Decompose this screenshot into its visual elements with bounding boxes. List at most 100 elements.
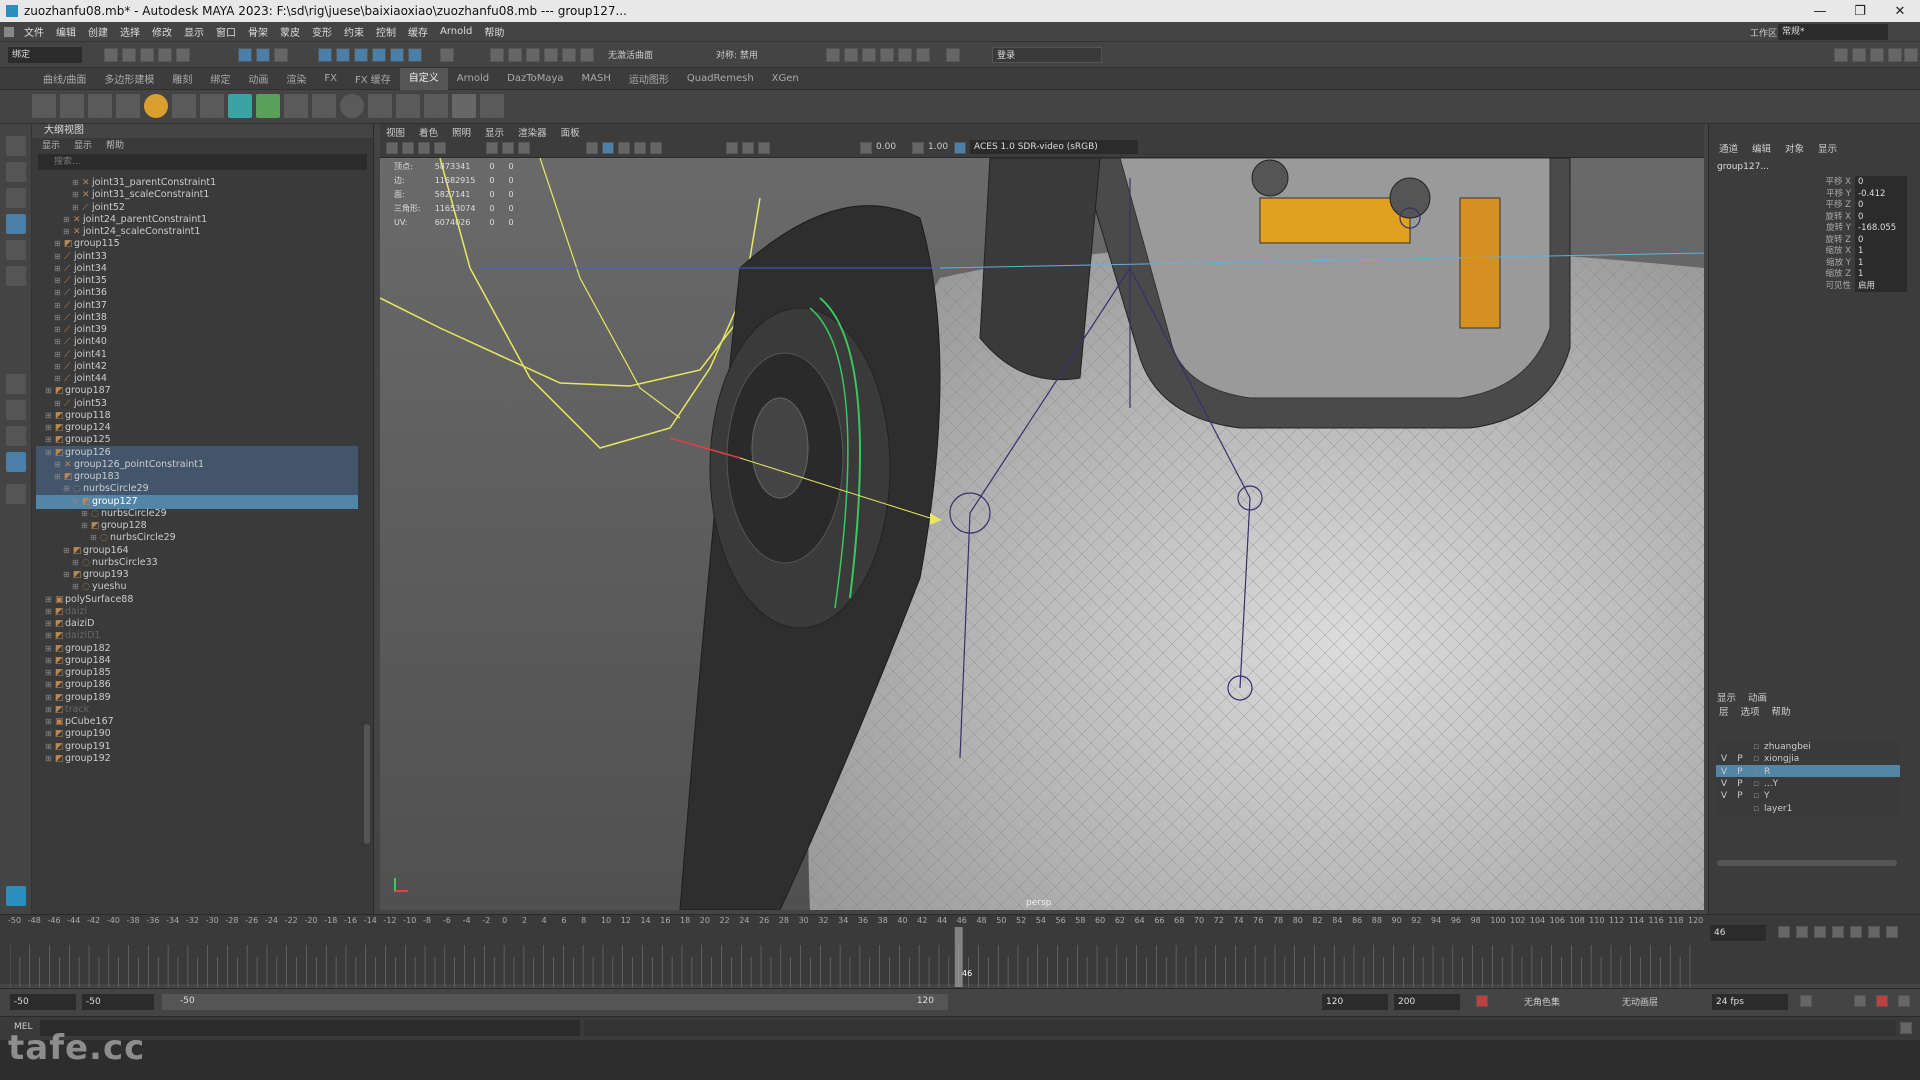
layer-scrollbar[interactable]	[1717, 860, 1897, 866]
mask-joints-icon[interactable]	[318, 48, 332, 62]
mask-dynamics-icon[interactable]	[390, 48, 404, 62]
channel-value-field[interactable]: 0	[1855, 233, 1907, 246]
mask-curves-icon[interactable]	[336, 48, 350, 62]
xray-joints-icon[interactable]	[758, 142, 770, 154]
go-to-end-icon[interactable]	[1886, 926, 1898, 938]
channel-box-tab[interactable]: 编辑	[1752, 141, 1771, 155]
lasso-tool-icon[interactable]	[6, 162, 26, 182]
channel-row[interactable]: 平移 Z 0	[1809, 199, 1915, 211]
character-set-select[interactable]: 无角色集	[1524, 995, 1560, 1008]
channel-row[interactable]: 旋转 Z 0	[1809, 233, 1915, 246]
wireframe-icon[interactable]	[586, 142, 598, 154]
menu-item[interactable]: 缓存	[402, 24, 434, 39]
select-object-icon[interactable]	[256, 48, 270, 62]
grid-icon[interactable]	[486, 142, 498, 154]
playback-end-field[interactable]: 120	[1322, 994, 1388, 1010]
paint-weights-icon[interactable]	[284, 94, 308, 118]
channel-row[interactable]: 旋转 X 0	[1809, 210, 1915, 223]
select-hierarchy-icon[interactable]	[238, 48, 252, 62]
channel-row[interactable]: 平移 Y -0.412	[1809, 187, 1915, 200]
shelf-tab[interactable]: 绑定	[201, 71, 239, 86]
tool-settings-icon[interactable]	[1870, 48, 1884, 62]
viewport-scene[interactable]	[380, 158, 1704, 910]
symmetry-label[interactable]: 对称: 禁用	[716, 48, 758, 61]
loop-icon[interactable]	[1800, 995, 1812, 1007]
channel-value-field[interactable]: 启用	[1855, 279, 1907, 292]
menu-item[interactable]: 骨架	[242, 24, 274, 39]
shelf-tab[interactable]: DazToMaya	[498, 73, 572, 84]
channel-row[interactable]: 缩放 Z 1	[1809, 268, 1915, 280]
redo-icon[interactable]	[176, 48, 190, 62]
play-back-icon[interactable]	[1832, 926, 1844, 938]
menu-item[interactable]: 编辑	[50, 24, 82, 39]
menu-item[interactable]: 显示	[178, 24, 210, 39]
four-pane-icon[interactable]	[6, 400, 26, 420]
menu-item[interactable]: 控制	[370, 24, 402, 39]
image-plane-icon[interactable]	[434, 142, 446, 154]
auto-key-icon[interactable]	[1476, 995, 1488, 1007]
select-camera-icon[interactable]	[386, 142, 398, 154]
lattice-icon[interactable]	[396, 94, 420, 118]
mirror-weights-icon[interactable]	[312, 94, 336, 118]
shelf-tab[interactable]: MASH	[573, 73, 620, 84]
yellow-panel[interactable]	[1259, 197, 1411, 244]
smooth-shade-icon[interactable]	[602, 142, 614, 154]
channel-box-tab[interactable]: 显示	[1818, 141, 1837, 155]
lights-icon[interactable]	[650, 142, 662, 154]
exposure-value[interactable]: 0.00	[876, 142, 896, 152]
hotkey-icon[interactable]	[480, 94, 504, 118]
channel-value-field[interactable]: 0	[1855, 176, 1907, 188]
outliner-search-input[interactable]: 搜索...	[38, 154, 367, 170]
menu-item[interactable]: 帮助	[478, 24, 510, 39]
snap-edge-icon[interactable]	[580, 48, 594, 62]
mask-surfaces-icon[interactable]	[354, 48, 368, 62]
select-tool-icon[interactable]	[6, 136, 26, 156]
channel-box-tab[interactable]: 通道	[1719, 141, 1738, 155]
outliner-menu-item[interactable]: 帮助	[106, 138, 124, 152]
menu-item[interactable]: 变形	[306, 24, 338, 39]
viewport-menu-item[interactable]: 照明	[452, 125, 471, 139]
expand-icon[interactable]: ⊞	[45, 752, 55, 766]
animation-start-field[interactable]: -50	[10, 994, 76, 1010]
channel-value-field[interactable]: 1	[1855, 256, 1907, 269]
colorspace-select[interactable]: ACES 1.0 SDR-video (sRGB)	[970, 140, 1138, 154]
bind-skin-icon[interactable]	[256, 94, 280, 118]
fps-select[interactable]: 24 fps	[1712, 994, 1788, 1010]
perspective-viewport[interactable]: persp	[380, 158, 1704, 910]
shelf-tab[interactable]: Arnold	[448, 73, 498, 84]
render-view-icon[interactable]	[826, 48, 840, 62]
outliner-scrollbar[interactable]	[364, 724, 370, 844]
sound-icon[interactable]	[1854, 995, 1866, 1007]
move-tool-icon[interactable]	[6, 214, 26, 234]
snap-grid-icon[interactable]	[490, 48, 504, 62]
color-management-icon[interactable]	[954, 142, 966, 154]
outliner-toggle-icon[interactable]	[1904, 48, 1918, 62]
attribute-editor-icon[interactable]	[1852, 48, 1866, 62]
channel-row[interactable]: 缩放 Y 1	[1809, 256, 1915, 269]
shelf-tab[interactable]: FX	[315, 73, 346, 84]
outliner-row[interactable]: ⊞ ◩group192	[36, 752, 358, 766]
menu-item[interactable]: 创建	[82, 24, 114, 39]
time-slider[interactable]: -50 -48 -46 -44 -42 -40 -38 -36 -34 -32 -30 -28 -26-…	[0, 914, 1920, 987]
script-editor-icon[interactable]	[1900, 1022, 1912, 1034]
viewport-menu-item[interactable]: 视图	[386, 125, 405, 139]
animation-end-field[interactable]: 200	[1394, 994, 1460, 1010]
gamma-value[interactable]: 1.00	[928, 142, 948, 152]
display-layer-row[interactable]: ▫ layer1	[1716, 801, 1900, 816]
center-pivot-icon[interactable]	[88, 94, 112, 118]
save-scene-icon[interactable]	[140, 48, 154, 62]
menu-item[interactable]: 蒙皮	[274, 24, 306, 39]
joint-orient-icon[interactable]	[228, 94, 252, 118]
textured-icon[interactable]	[634, 142, 646, 154]
outliner-menu-item[interactable]: 显示	[42, 138, 60, 152]
constraint-icon[interactable]	[144, 94, 168, 118]
step-back-key-icon[interactable]	[1796, 926, 1808, 938]
viewport-menu-item[interactable]: 显示	[485, 125, 504, 139]
play-forward-icon[interactable]	[1850, 926, 1862, 938]
shelf-tab[interactable]: 运动图形	[620, 71, 678, 86]
viewport-menu-item[interactable]: 渲染器	[518, 125, 547, 139]
maximize-button[interactable]: ❐	[1840, 0, 1880, 22]
snap-curve-icon[interactable]	[508, 48, 522, 62]
channel-row[interactable]: 旋转 Y -168.055	[1809, 222, 1915, 234]
layer-editor-tab[interactable]: 显示	[1717, 690, 1736, 704]
